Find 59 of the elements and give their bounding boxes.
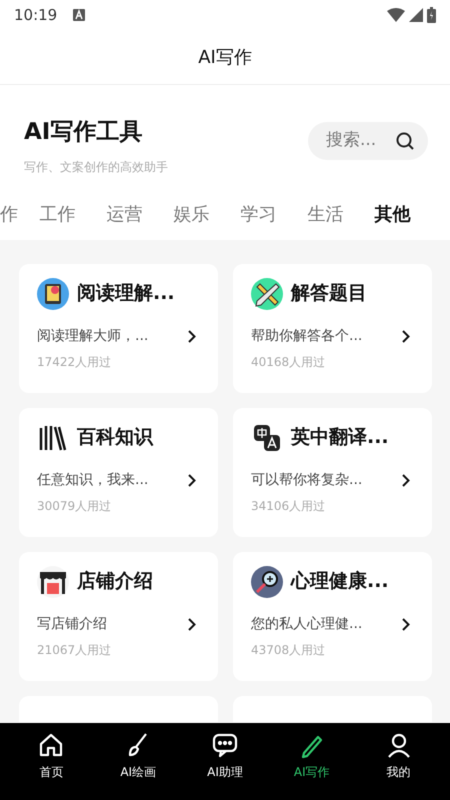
category-tab[interactable]: 运营 [91,201,158,228]
tool-card[interactable]: 百科知识 任意知识，我来... 30079人用过 [19,408,218,536]
chevron-right-icon [402,330,410,342]
tool-title: 英中翻译... [291,425,389,450]
nav-tab[interactable]: 首页 [8,723,95,781]
book-icon [37,278,69,310]
search-icon [396,132,414,150]
chevron-right-icon [188,474,196,486]
usage-count: 43708人用过 [251,642,326,658]
category-tab[interactable]: 工作 [24,201,91,228]
category-tab[interactable]: 娱乐 [158,201,225,228]
search-field[interactable]: 搜索... [308,122,428,160]
tool-card[interactable]: 解答题目 帮助你解答各个... 40168人用过 [233,264,432,392]
usage-count: 17422人用过 [37,354,112,370]
tool-description: 写店铺介绍 [37,614,107,634]
usage-count: 34106人用过 [251,498,326,514]
category-tab[interactable]: 学习 [225,201,292,228]
chevron-right-icon [402,474,410,486]
chevron-right-icon [402,618,410,630]
tool-card[interactable] [233,696,432,722]
chevron-right-icon [188,330,196,342]
status-time: 10:19 [14,4,58,26]
usage-count: 40168人用过 [251,354,326,370]
shop-icon [37,566,69,598]
tool-card[interactable]: 阅读理解... 阅读理解大师，... 17422人用过 [19,264,218,392]
tool-title: 解答题目 [291,281,367,306]
tool-description: 帮助你解答各个... [251,326,362,346]
header-title: AI写作工具 [24,118,144,147]
tool-title: 百科知识 [77,425,153,450]
tool-description: 任意知识，我来... [37,470,148,490]
chevron-right-icon [188,618,196,630]
wifi-icon [387,8,405,22]
header-subtitle: 写作、文案创作的高效助手 [24,158,168,176]
nav-tab[interactable]: AI助理 [182,723,268,781]
page-title: AI写作 [198,46,252,70]
tool-description: 您的私人心理健... [251,614,362,634]
tool-title: 店铺介绍 [77,569,153,594]
tool-card[interactable]: 心理健康... 您的私人心理健... 43708人用过 [233,552,432,680]
magnifier-icon [251,566,283,598]
usage-count: 21067人用过 [37,642,112,658]
nav-tab[interactable]: AI写作 [268,723,356,781]
battery-icon [427,7,436,23]
ruler-pencil-icon [251,278,283,310]
tool-card[interactable] [19,696,218,722]
nav-tab[interactable]: 我的 [355,723,442,781]
tool-card[interactable]: 英中翻译... 可以帮你将复杂... 34106人用过 [233,408,432,536]
category-tab[interactable]: 生活 [292,201,359,228]
tool-title: 心理健康... [291,569,389,594]
nav-tab[interactable]: AI绘画 [94,723,182,781]
tool-title: 阅读理解... [77,281,175,306]
usage-count: 30079人用过 [37,498,112,514]
tool-card[interactable]: 店铺介绍 写店铺介绍 21067人用过 [19,552,218,680]
notification-icon [73,9,86,21]
chat-icon [210,731,239,759]
tool-description: 可以帮你将复杂... [251,470,362,490]
category-tab[interactable]: 作 [0,201,24,228]
tool-description: 阅读理解大师，... [37,326,148,346]
category-tab[interactable]: 其他 [359,201,426,228]
signal-icon [409,8,423,22]
